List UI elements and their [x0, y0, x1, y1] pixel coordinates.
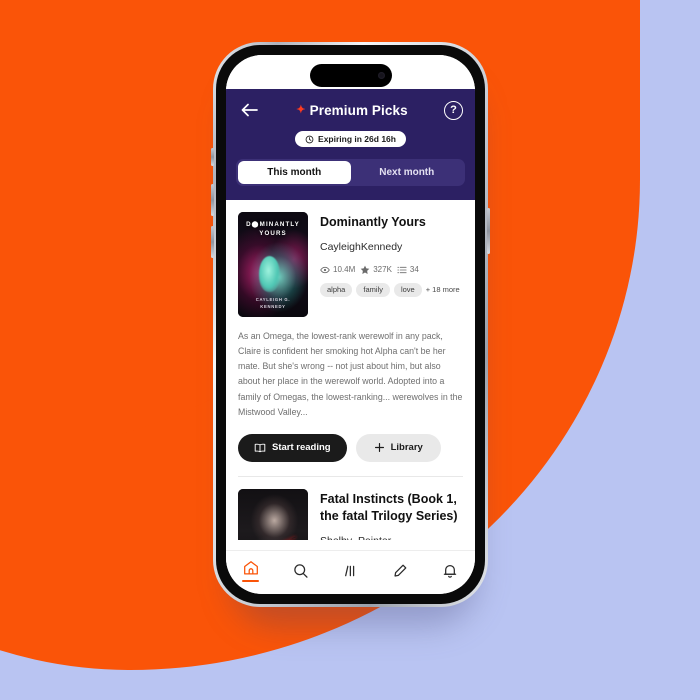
nav-active-indicator: [242, 580, 260, 582]
tag-chip[interactable]: alpha: [320, 282, 353, 297]
list-icon: [397, 266, 407, 274]
tag-chip[interactable]: family: [356, 282, 390, 297]
cover-art: [238, 488, 308, 540]
nav-item-notifications[interactable]: [441, 562, 459, 580]
list-item[interactable]: D⬤MINANTLY YOURS CAYLEIGH G. KENNEDY Dom…: [238, 200, 463, 317]
book-title[interactable]: Dominantly Yours: [320, 214, 463, 231]
stat-views-value: 10.4M: [333, 265, 356, 275]
nav-item-home[interactable]: [242, 559, 260, 582]
cover-title-line2: YOURS: [259, 229, 287, 237]
expiry-row: Expiring in 26d 16h: [226, 131, 475, 147]
cover-title: D⬤MINANTLY YOURS: [238, 221, 308, 239]
month-tabs: This month Next month: [236, 159, 465, 186]
book-open-icon: [254, 443, 266, 452]
start-reading-label: Start reading: [272, 442, 331, 454]
book-author[interactable]: CayleighKennedy: [320, 241, 463, 253]
power-button[interactable]: [487, 208, 490, 254]
book-stats: 10.4M 327K 34: [320, 265, 463, 275]
page-title: Premium Picks: [309, 102, 408, 118]
question-mark-icon[interactable]: ?: [444, 100, 463, 120]
nav-item-write[interactable]: [391, 562, 409, 580]
phone-body: ✦ Premium Picks ? Expiring in 26d 16h Th…: [216, 45, 485, 604]
tag-chip[interactable]: love: [393, 282, 422, 297]
book-tags: alpha family love + 18 more: [320, 282, 463, 297]
book-description: As an Omega, the lowest-rank werewolf in…: [238, 331, 463, 417]
expiry-label: Expiring in 26d 16h: [318, 134, 396, 144]
book-cover[interactable]: FATAL INSTINCTS THE FATAL TRILOGY ONE: [238, 488, 308, 540]
scene: ✦ Premium Picks ? Expiring in 26d 16h Th…: [0, 0, 700, 700]
plus-icon: [374, 443, 384, 453]
front-camera-icon: [377, 72, 385, 79]
back-button[interactable]: [238, 99, 260, 121]
book-info: Fatal Instincts (Book 1, the fatal Trilo…: [320, 489, 463, 540]
nav-item-search[interactable]: [292, 562, 310, 580]
bottom-navigation: [226, 550, 475, 594]
volume-down-button[interactable]: [211, 226, 214, 258]
stat-parts-value: 34: [409, 265, 419, 275]
library-label: Library: [390, 442, 423, 454]
eye-icon: [320, 266, 330, 274]
book-author[interactable]: Shelby_Painter: [320, 535, 463, 541]
book-title[interactable]: Fatal Instincts (Book 1, the fatal Trilo…: [320, 491, 463, 525]
phone-screen: ✦ Premium Picks ? Expiring in 26d 16h Th…: [226, 55, 475, 594]
search-icon: [293, 563, 308, 578]
page-title-container: ✦ Premium Picks: [260, 103, 444, 118]
status-badge: Expiring in 26d 16h: [295, 131, 406, 147]
cover-author: CAYLEIGH G. KENNEDY: [238, 297, 308, 310]
book-actions: Start reading Library: [238, 433, 463, 462]
header-row: ✦ Premium Picks ?: [226, 95, 475, 125]
stat-votes: 327K: [360, 265, 392, 275]
add-to-library-button[interactable]: Library: [355, 433, 441, 462]
tags-more-link[interactable]: + 18 more: [426, 285, 460, 294]
pencil-icon: [394, 564, 407, 577]
stat-views: 10.4M: [320, 265, 355, 275]
volume-up-button[interactable]: [211, 184, 214, 216]
home-icon: [243, 561, 258, 575]
silent-switch[interactable]: [211, 148, 214, 166]
phone-frame: ✦ Premium Picks ? Expiring in 26d 16h Th…: [211, 42, 490, 607]
phone-mockup: ✦ Premium Picks ? Expiring in 26d 16h Th…: [211, 42, 490, 626]
book-list[interactable]: D⬤MINANTLY YOURS CAYLEIGH G. KENNEDY Dom…: [226, 200, 475, 540]
book-info: Dominantly Yours CayleighKennedy 10.4M 3…: [320, 212, 463, 317]
tab-this-month[interactable]: This month: [238, 161, 351, 184]
cover-author-line2: KENNEDY: [260, 303, 286, 309]
cover-title-line1: D⬤MINANTLY: [246, 221, 300, 228]
star-icon: [360, 265, 370, 274]
nav-item-library[interactable]: [341, 562, 359, 580]
stat-votes-value: 327K: [373, 265, 392, 275]
bell-icon: [443, 564, 457, 578]
start-reading-button[interactable]: Start reading: [238, 433, 347, 462]
stat-parts: 34: [397, 265, 419, 275]
library-bars-icon: [345, 565, 355, 576]
cover-art-face: [259, 256, 280, 292]
app-header: ✦ Premium Picks ? Expiring in 26d 16h Th…: [226, 89, 475, 200]
sparkle-icon: ✦: [296, 103, 306, 116]
book-cover[interactable]: D⬤MINANTLY YOURS CAYLEIGH G. KENNEDY: [238, 212, 308, 317]
clock-icon: [305, 135, 314, 143]
tab-next-month[interactable]: Next month: [351, 161, 464, 184]
dynamic-island: [309, 64, 392, 87]
list-item[interactable]: FATAL INSTINCTS THE FATAL TRILOGY ONE Fa…: [238, 477, 463, 540]
